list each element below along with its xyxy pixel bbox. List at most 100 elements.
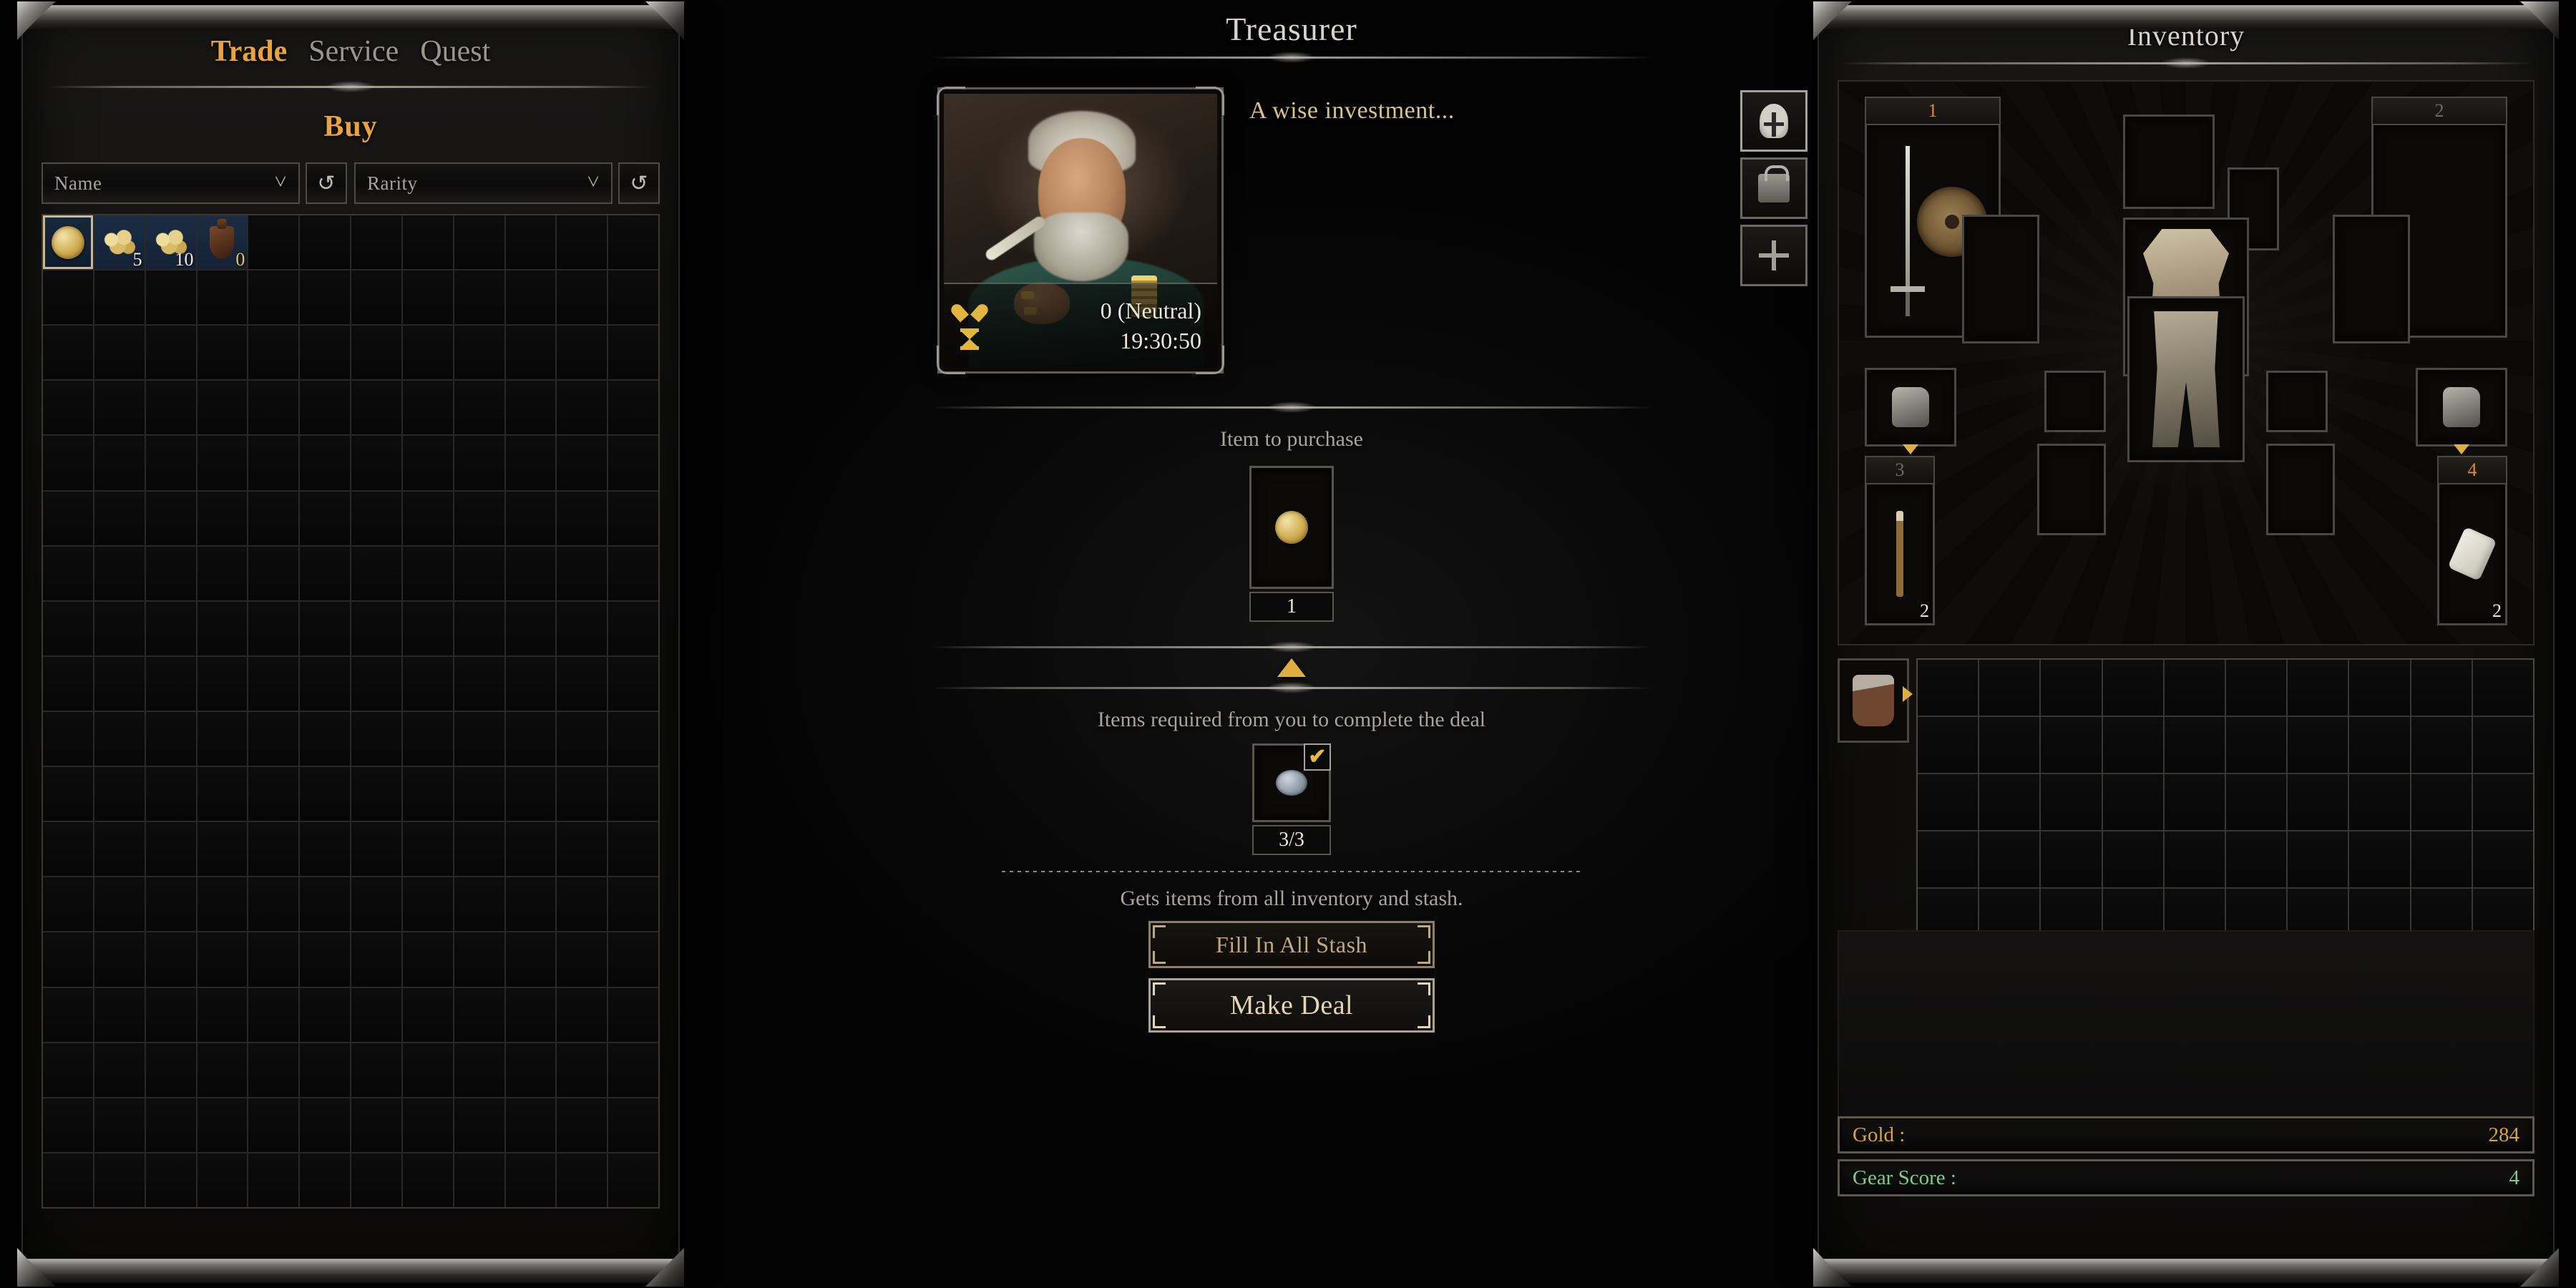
shop-empty-slot[interactable]: [402, 1153, 453, 1207]
shop-empty-slot[interactable]: [402, 932, 453, 987]
shop-empty-slot[interactable]: [43, 932, 93, 987]
bag-empty-slot[interactable]: [1979, 774, 2040, 830]
bag-empty-slot[interactable]: [2041, 717, 2102, 773]
shop-empty-slot[interactable]: [402, 711, 453, 766]
legs-slot[interactable]: [2127, 296, 2245, 462]
shop-empty-slot[interactable]: [454, 546, 504, 600]
shop-empty-slot[interactable]: [248, 767, 299, 821]
cloak-slot[interactable]: [2037, 444, 2106, 535]
shop-empty-slot[interactable]: [197, 381, 248, 435]
head-slot[interactable]: [2123, 114, 2215, 209]
shop-empty-slot[interactable]: [505, 436, 556, 490]
shop-empty-slot[interactable]: [248, 436, 299, 490]
shop-empty-slot[interactable]: [94, 656, 145, 711]
shop-empty-slot[interactable]: [351, 1098, 401, 1152]
shop-empty-slot[interactable]: [300, 1043, 350, 1097]
shop-empty-slot[interactable]: [608, 1153, 658, 1207]
bag-empty-slot[interactable]: [2411, 774, 2472, 830]
shop-empty-slot[interactable]: [351, 381, 401, 435]
quick-slot-4-tab[interactable]: 4: [2437, 456, 2507, 484]
shop-empty-slot[interactable]: [145, 656, 196, 711]
shop-empty-slot[interactable]: [197, 822, 248, 877]
shop-item-slot[interactable]: 5: [94, 215, 145, 270]
shop-empty-slot[interactable]: [300, 270, 350, 325]
shop-empty-slot[interactable]: [608, 326, 658, 380]
shop-empty-slot[interactable]: [94, 932, 145, 987]
bag-empty-slot[interactable]: [2225, 831, 2287, 887]
shop-empty-slot[interactable]: [197, 877, 248, 932]
shop-empty-slot[interactable]: [505, 546, 556, 600]
shop-empty-slot[interactable]: [351, 987, 401, 1042]
shop-empty-slot[interactable]: [197, 711, 248, 766]
quick-slot-3-tab[interactable]: 3: [1865, 456, 1935, 484]
shop-empty-slot[interactable]: [608, 877, 658, 932]
shop-empty-slot[interactable]: [557, 1153, 608, 1207]
shop-empty-slot[interactable]: [351, 822, 401, 877]
name-sort-dropdown[interactable]: Name ˅: [42, 162, 300, 204]
shop-empty-slot[interactable]: [351, 1043, 401, 1097]
shop-empty-slot[interactable]: [608, 215, 658, 270]
bag-empty-slot[interactable]: [2102, 660, 2163, 716]
shop-empty-slot[interactable]: [608, 601, 658, 655]
shop-empty-slot[interactable]: [505, 326, 556, 380]
bag-empty-slot[interactable]: [2164, 831, 2225, 887]
shop-empty-slot[interactable]: [197, 932, 248, 987]
bag-empty-slot[interactable]: [2411, 831, 2472, 887]
shop-empty-slot[interactable]: [94, 381, 145, 435]
shop-empty-slot[interactable]: [454, 932, 504, 987]
shop-empty-slot[interactable]: [145, 491, 196, 545]
shop-empty-slot[interactable]: [300, 326, 350, 380]
shop-empty-slot[interactable]: [43, 546, 93, 600]
shop-empty-slot[interactable]: [505, 270, 556, 325]
bag-empty-slot[interactable]: [2349, 774, 2410, 830]
shop-empty-slot[interactable]: [94, 546, 145, 600]
shop-empty-slot[interactable]: [505, 822, 556, 877]
shop-empty-slot[interactable]: [43, 381, 93, 435]
shop-empty-slot[interactable]: [248, 326, 299, 380]
shop-empty-slot[interactable]: [557, 326, 608, 380]
shop-empty-slot[interactable]: [557, 381, 608, 435]
shop-empty-slot[interactable]: [557, 215, 608, 270]
shop-empty-slot[interactable]: [300, 877, 350, 932]
shop-empty-slot[interactable]: [505, 215, 556, 270]
shop-empty-slot[interactable]: [454, 326, 504, 380]
shop-empty-slot[interactable]: [454, 656, 504, 711]
shop-empty-slot[interactable]: [248, 987, 299, 1042]
shop-empty-slot[interactable]: [454, 1043, 504, 1097]
shop-empty-slot[interactable]: [608, 270, 658, 325]
bag-empty-slot[interactable]: [2164, 717, 2225, 773]
shop-empty-slot[interactable]: [248, 381, 299, 435]
shop-empty-slot[interactable]: [300, 1153, 350, 1207]
shop-empty-slot[interactable]: [351, 711, 401, 766]
shop-empty-slot[interactable]: [557, 601, 608, 655]
tab-service[interactable]: Service: [308, 34, 399, 69]
shop-empty-slot[interactable]: [300, 656, 350, 711]
equipped-bag-slot[interactable]: [1838, 658, 1913, 743]
bag-item-grid[interactable]: [1916, 658, 2534, 946]
shop-empty-slot[interactable]: [351, 656, 401, 711]
shop-empty-slot[interactable]: [145, 381, 196, 435]
shop-empty-slot[interactable]: [505, 1098, 556, 1152]
shop-empty-slot[interactable]: [94, 270, 145, 325]
shop-empty-slot[interactable]: [94, 326, 145, 380]
shop-empty-slot[interactable]: [197, 491, 248, 545]
shop-empty-slot[interactable]: [402, 1043, 453, 1097]
shop-empty-slot[interactable]: [505, 1043, 556, 1097]
shop-empty-slot[interactable]: [505, 1153, 556, 1207]
shop-empty-slot[interactable]: [43, 270, 93, 325]
shop-empty-slot[interactable]: [145, 1043, 196, 1097]
shop-empty-slot[interactable]: [608, 656, 658, 711]
shop-empty-slot[interactable]: [300, 215, 350, 270]
shop-empty-slot[interactable]: [402, 381, 453, 435]
shop-empty-slot[interactable]: [557, 767, 608, 821]
shop-empty-slot[interactable]: [43, 822, 93, 877]
name-refresh-button[interactable]: ↺: [306, 162, 347, 204]
shop-empty-slot[interactable]: [402, 601, 453, 655]
bag-empty-slot[interactable]: [2349, 660, 2410, 716]
merchant-portrait-card[interactable]: 0 (Neutral) 19:30:50: [937, 87, 1224, 374]
weapon-set-1-tab[interactable]: 1: [1865, 97, 2001, 125]
shop-empty-slot[interactable]: [300, 1098, 350, 1152]
shop-empty-slot[interactable]: [197, 987, 248, 1042]
shop-empty-slot[interactable]: [197, 270, 248, 325]
shop-empty-slot[interactable]: [43, 711, 93, 766]
